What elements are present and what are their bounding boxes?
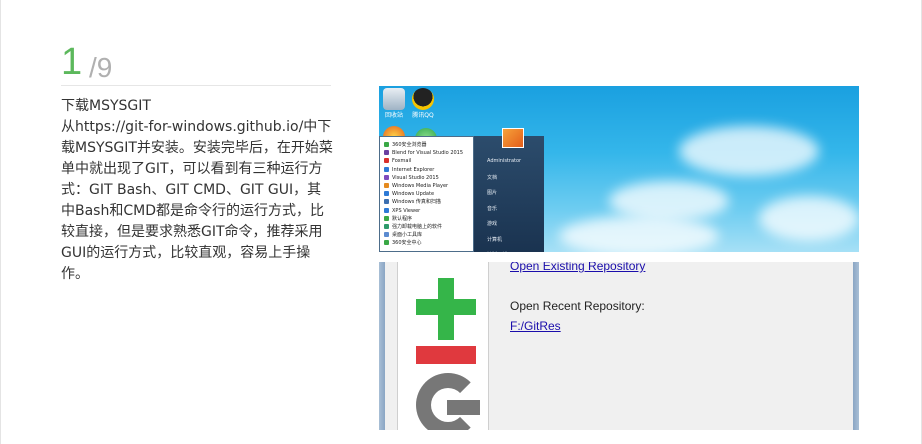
program-icon [384, 199, 389, 205]
start-menu-item-label: Windows Media Player [392, 183, 449, 189]
start-menu-place-item[interactable]: 控制面板 [487, 251, 507, 252]
step-description: 下载MSYSGIT 从https://git-for-windows.githu… [61, 96, 333, 285]
start-menu-item-label: XPS Viewer [392, 207, 421, 214]
program-icon [384, 232, 389, 238]
window-border-right [853, 262, 859, 430]
start-menu-item-label: 360安全浏览器 [392, 142, 427, 148]
start-menu-item[interactable]: Foxmail [384, 157, 411, 165]
start-menu-item[interactable]: 桌面小工具库 [384, 231, 422, 239]
start-menu-item[interactable]: 强力卸载电脑上的软件 [384, 223, 442, 231]
cloud [609, 181, 729, 221]
program-icon [384, 142, 389, 147]
start-menu-item-label: Blend for Visual Studio 2015 [392, 150, 464, 157]
start-menu-item-label: Foxmail [392, 158, 412, 165]
step-current-number: 1 [61, 41, 83, 83]
start-menu-item-label: Visual Studio 2015 [392, 174, 439, 181]
start-menu: 360安全浏览器 Blend for Visual Studio 2015 Foxm… [379, 136, 544, 252]
program-icon [384, 207, 389, 213]
program-icon [384, 174, 389, 180]
start-menu-place-item[interactable]: 音乐 [487, 205, 497, 212]
start-menu-item-label: 默认程序 [392, 215, 413, 222]
qq-icon [412, 88, 434, 110]
start-menu-place-item[interactable]: 文档 [487, 174, 497, 181]
start-menu-item[interactable]: Internet Explorer [384, 166, 434, 174]
recent-repository-link[interactable]: F:/GitRes [510, 319, 561, 333]
recycle-bin-label: 回收站 [384, 112, 403, 119]
qq-label: 腾讯QQ [412, 112, 434, 119]
git-logo-minus [416, 346, 476, 364]
git-logo-plus-horizontal [416, 299, 476, 315]
step-total-count: /9 [89, 52, 113, 83]
start-menu-item[interactable]: XPS Viewer [384, 207, 420, 215]
cloud [759, 196, 859, 241]
start-menu-item-label: 强力卸载电脑上的软件 [392, 224, 443, 230]
git-logo-panel [397, 262, 489, 430]
step-header: 1 /9 [61, 40, 331, 86]
start-menu-item-label: 桌面小工具库 [392, 232, 423, 239]
open-recent-repository-label: Open Recent Repository: [510, 299, 645, 313]
program-icon [384, 240, 389, 246]
start-menu-place-item[interactable]: 计算机 [487, 236, 502, 243]
desktop-screenshot: 回收站 腾讯QQ 360安全浏览器 Blend for Visual Studio… [379, 86, 859, 252]
program-icon [384, 215, 389, 221]
recycle-bin-icon [383, 88, 405, 110]
start-menu-item-label: Internet Explorer [392, 166, 435, 173]
program-icon [384, 183, 389, 188]
start-menu-item-label: Windows 传真和扫描 [392, 199, 441, 206]
cloud [679, 126, 819, 176]
step-body: 从https://git-for-windows.github.io/中下载MS… [61, 119, 333, 282]
program-icon [384, 158, 389, 164]
cloud [559, 216, 719, 252]
start-menu-place-item[interactable]: 图片 [487, 189, 497, 196]
start-menu-place-item[interactable]: 游戏 [487, 220, 497, 227]
start-menu-programs: 360安全浏览器 Blend for Visual Studio 2015 Foxm… [379, 136, 474, 252]
window-border-left [379, 262, 385, 430]
gitgui-screenshot: Open Existing Repository Open Recent Rep… [379, 262, 859, 430]
start-menu-place-item[interactable]: Administrator [487, 158, 521, 164]
start-menu-item[interactable]: 360安全浏览器 [384, 141, 427, 149]
start-menu-item[interactable]: Windows 传真和扫描 [384, 198, 441, 206]
open-existing-repository-link[interactable]: Open Existing Repository [510, 262, 645, 273]
start-menu-item[interactable]: Blend for Visual Studio 2015 [384, 149, 463, 157]
start-menu-item-label: Windows Update [392, 191, 435, 198]
start-menu-item[interactable]: 360安全中心 [384, 239, 422, 247]
git-logo-g-bar [447, 400, 480, 415]
start-menu-item-label: 360安全中心 [392, 240, 422, 247]
step-title: 下载MSYSGIT [61, 98, 151, 114]
program-icon [384, 191, 389, 197]
program-icon [384, 224, 389, 229]
start-menu-item[interactable]: 默认程序 [384, 215, 412, 223]
user-avatar [502, 128, 524, 148]
program-icon [384, 150, 389, 156]
start-menu-item[interactable]: Windows Media Player [384, 182, 448, 190]
start-menu-item[interactable]: Windows Update [384, 190, 434, 198]
start-menu-places: Administrator 文档图片音乐游戏计算机控制面板 [474, 136, 544, 252]
program-icon [384, 166, 389, 172]
start-menu-item[interactable]: Visual Studio 2015 [384, 174, 439, 182]
